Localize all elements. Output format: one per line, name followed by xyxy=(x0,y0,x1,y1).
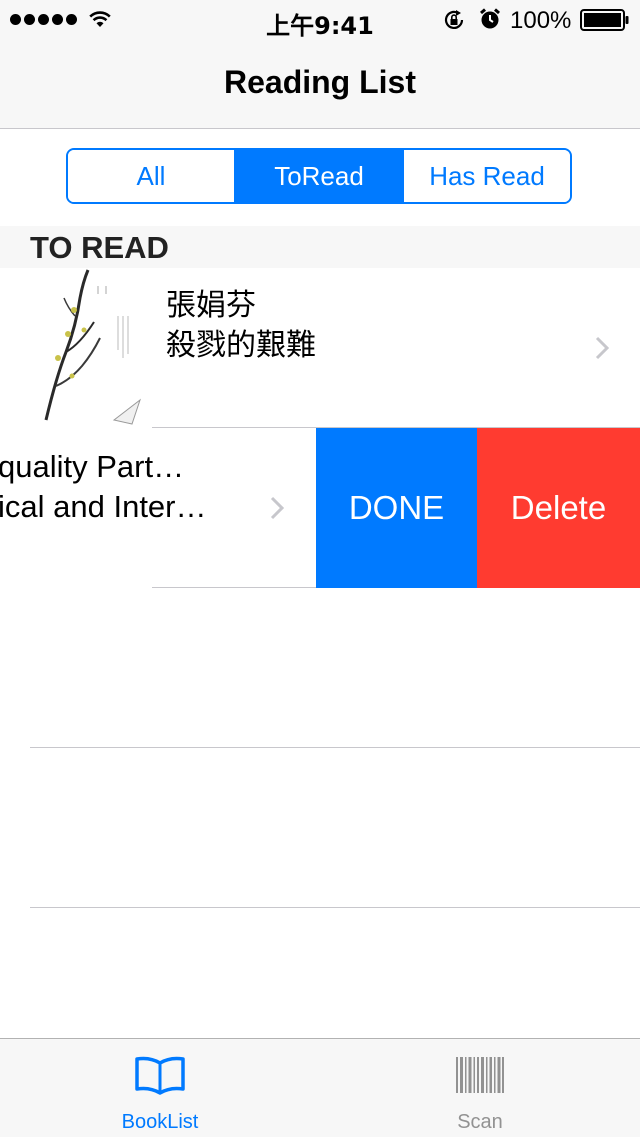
segment-to-read[interactable]: ToRead xyxy=(234,150,402,202)
tab-label-booklist: BookList xyxy=(121,1111,199,1133)
filter-segmented-control: All ToRead Has Read xyxy=(66,148,572,204)
chevron-right-icon xyxy=(595,336,609,360)
book-row-content[interactable]: quality Part… ical and Inter… xyxy=(0,428,316,588)
book-icon xyxy=(135,1056,185,1095)
row-separator xyxy=(152,587,316,588)
page-title: Reading List xyxy=(223,64,416,100)
navigation-bar: Reading List xyxy=(0,40,640,129)
delete-button[interactable]: Delete xyxy=(477,428,640,588)
done-button[interactable]: DONE xyxy=(316,428,477,588)
alarm-icon xyxy=(480,8,500,29)
section-title: TO READ xyxy=(30,230,169,265)
book-subtitle: ical and Inter… xyxy=(0,489,207,524)
tab-label-scan: Scan xyxy=(457,1111,503,1133)
section-header: TO READ xyxy=(0,226,640,268)
book-row-swiped[interactable]: quality Part… ical and Inter… DONE Delet… xyxy=(0,428,640,588)
book-author: 張娟芬 xyxy=(166,288,256,323)
battery-icon xyxy=(580,9,629,31)
rotation-lock-icon xyxy=(444,10,464,29)
book-title: quality Part… xyxy=(0,449,185,484)
row-separator xyxy=(30,907,640,908)
tab-booklist[interactable]: BookList xyxy=(0,1039,320,1137)
battery-percentage: 100% xyxy=(510,7,572,34)
tab-bar: BookList Scan xyxy=(0,1038,640,1137)
barcode-icon xyxy=(456,1057,504,1093)
row-separator xyxy=(30,747,640,748)
status-bar: 上午9:41 100% xyxy=(0,0,640,40)
book-cover-image xyxy=(28,268,148,428)
chevron-right-icon xyxy=(270,496,284,520)
segment-all[interactable]: All xyxy=(68,150,234,202)
book-row[interactable]: 張娟芬 殺戮的艱難 xyxy=(0,268,640,428)
tab-scan[interactable]: Scan xyxy=(320,1039,640,1137)
segment-has-read[interactable]: Has Read xyxy=(402,150,570,202)
book-title: 殺戮的艱難 xyxy=(166,328,316,363)
